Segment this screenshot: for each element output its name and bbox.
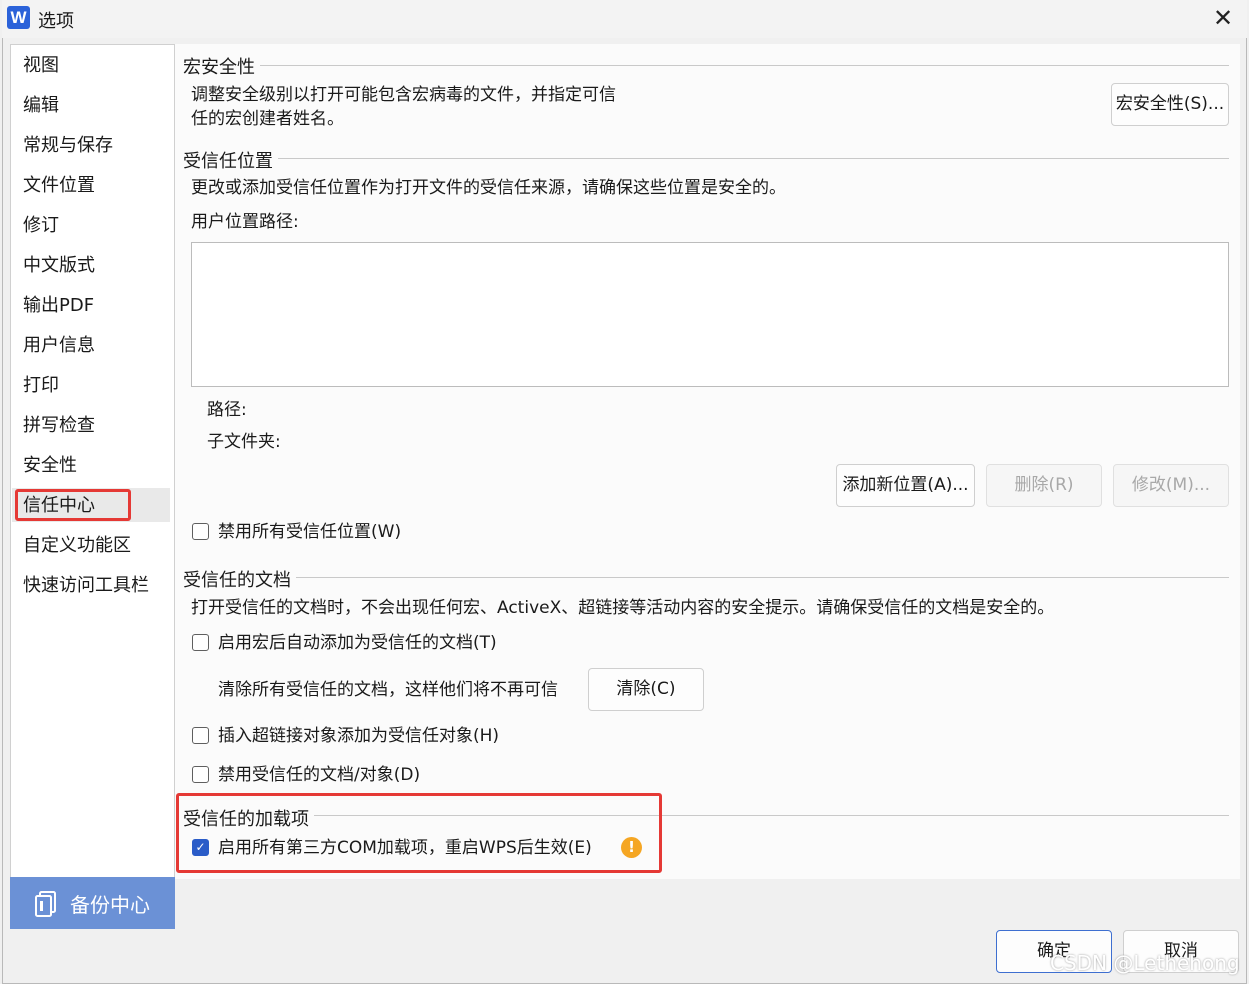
trusted-documents-desc: 打开受信任的文档时，不会出现任何宏、ActiveX、超链接等活动内容的安全提示。… (191, 598, 1055, 618)
trusted-locations-list[interactable] (191, 242, 1229, 387)
trusted-locations-desc: 更改或添加受信任位置作为打开文件的受信任来源，请确保这些位置是安全的。 (191, 178, 786, 198)
delete-location-button[interactable]: 删除(R) (986, 464, 1102, 507)
addins-highlight-box (176, 793, 662, 873)
sidebar-item-security[interactable]: 安全性 (23, 453, 77, 479)
macro-security-desc-1: 调整安全级别以打开可能包含宏病毒的文件，并指定可信 (191, 85, 616, 105)
macro-security-button[interactable]: 宏安全性(S)... (1111, 83, 1229, 126)
path-label: 路径: (207, 400, 247, 420)
title-bar (2, 0, 1247, 38)
disable-all-locations-label: 禁用所有受信任位置(W) (218, 522, 402, 542)
sidebar-item-quick-access-toolbar[interactable]: 快速访问工具栏 (23, 573, 149, 599)
disable-trusted-docs-label: 禁用受信任的文档/对象(D) (218, 765, 421, 785)
trust-center-panel (175, 44, 1240, 879)
macro-security-desc-2: 任的宏创建者姓名。 (191, 109, 344, 129)
section-divider (278, 158, 1229, 159)
backup-center-label: 备份中心 (70, 893, 150, 917)
backup-document-icon (35, 891, 56, 917)
sidebar-item-revision[interactable]: 修订 (23, 213, 59, 239)
macro-security-title: 宏安全性 (183, 57, 255, 78)
sidebar-item-file-location[interactable]: 文件位置 (23, 173, 95, 199)
wps-writer-logo-icon: W (7, 6, 30, 29)
sidebar-item-edit[interactable]: 编辑 (23, 93, 59, 119)
auto-add-trusted-label: 启用宏后自动添加为受信任的文档(T) (218, 633, 497, 653)
sidebar-item-general-save[interactable]: 常规与保存 (23, 133, 113, 159)
trusted-documents-title: 受信任的文档 (183, 570, 291, 591)
nav-highlight-box (15, 489, 131, 521)
backup-center-button[interactable]: 备份中心 (10, 877, 175, 929)
modify-location-button[interactable]: 修改(M)... (1113, 464, 1229, 507)
disable-all-locations-checkbox[interactable] (192, 523, 209, 540)
sidebar-item-export-pdf[interactable]: 输出PDF (23, 293, 94, 319)
subfolder-label: 子文件夹: (207, 432, 281, 452)
trusted-locations-title: 受信任位置 (183, 151, 273, 172)
sidebar-item-view[interactable]: 视图 (23, 53, 59, 79)
clear-trusted-button[interactable]: 清除(C) (588, 668, 704, 711)
sidebar-item-chinese-layout[interactable]: 中文版式 (23, 253, 95, 279)
auto-add-trusted-checkbox[interactable] (192, 634, 209, 651)
disable-trusted-docs-checkbox[interactable] (192, 766, 209, 783)
sidebar-item-spell-check[interactable]: 拼写检查 (23, 413, 95, 439)
user-path-label: 用户位置路径: (191, 212, 299, 232)
section-divider (260, 65, 1229, 66)
hyperlink-trusted-label: 插入超链接对象添加为受信任对象(H) (218, 726, 500, 746)
clear-trusted-desc: 清除所有受信任的文档，这样他们将不再可信 (218, 680, 558, 700)
hyperlink-trusted-checkbox[interactable] (192, 727, 209, 744)
section-divider (296, 577, 1229, 578)
add-location-button[interactable]: 添加新位置(A)... (836, 464, 975, 507)
close-icon[interactable]: ✕ (1206, 3, 1240, 35)
sidebar-item-customize-ribbon[interactable]: 自定义功能区 (23, 533, 131, 559)
watermark: CSDN @Lethehong (1050, 951, 1240, 975)
sidebar-item-print[interactable]: 打印 (23, 373, 59, 399)
dialog-title: 选项 (38, 11, 74, 32)
sidebar-item-user-info[interactable]: 用户信息 (23, 333, 95, 359)
